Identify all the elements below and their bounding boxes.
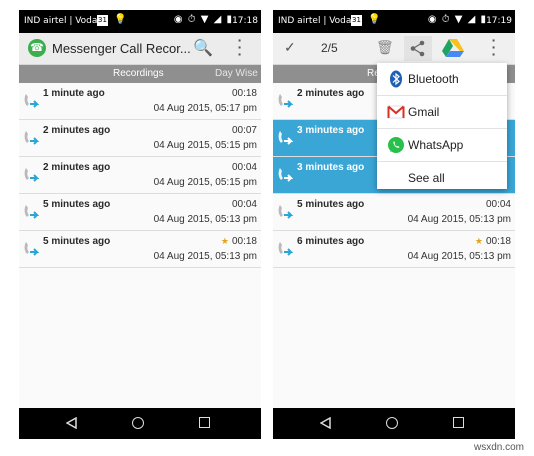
left-phone-screen: IND airtel | Vodaf 31 💡 ◉ ⏱ ▼ ◢ ▮ 17:18 … bbox=[19, 10, 261, 439]
google-drive-icon[interactable] bbox=[442, 38, 464, 58]
recording-timestamp: 04 Aug 2015, 05:15 pm bbox=[153, 140, 257, 151]
share-icon bbox=[410, 40, 425, 57]
call-log-icon bbox=[278, 131, 293, 145]
share-option-label: See all bbox=[408, 171, 445, 185]
star-icon[interactable]: ★ bbox=[221, 236, 229, 247]
whatsapp-icon bbox=[388, 137, 404, 153]
share-option-gmail[interactable]: Gmail bbox=[377, 96, 507, 129]
back-icon[interactable] bbox=[66, 417, 77, 429]
share-option-bluetooth[interactable]: Bluetooth bbox=[377, 63, 507, 96]
tab-day-wise[interactable]: Day Wise bbox=[215, 68, 258, 79]
recording-timestamp: 04 Aug 2015, 05:13 pm bbox=[153, 214, 257, 225]
app-logo-icon: ☎ bbox=[28, 39, 46, 57]
recording-age: 5 minutes ago bbox=[43, 236, 111, 247]
clock: 17:19 bbox=[486, 16, 512, 26]
recording-duration: 00:18 bbox=[231, 88, 257, 99]
recent-apps-icon[interactable] bbox=[199, 417, 210, 428]
bluetooth-icon bbox=[390, 70, 402, 88]
recording-age: 2 minutes ago bbox=[297, 88, 365, 99]
recording-age: 5 minutes ago bbox=[297, 199, 365, 210]
status-icons: ◉ ⏱ ▼ ◢ ▮ bbox=[427, 14, 487, 25]
overflow-menu-icon[interactable]: · · · bbox=[233, 33, 247, 61]
recording-duration: 00:04 bbox=[231, 199, 257, 210]
recording-duration: 00:04 bbox=[231, 162, 257, 173]
recording-age: 5 minutes ago bbox=[43, 199, 111, 210]
recording-duration: 00:04 bbox=[485, 199, 511, 210]
bulb-icon: 💡 bbox=[368, 14, 381, 25]
nav-bar bbox=[19, 408, 261, 439]
call-log-icon bbox=[278, 242, 293, 256]
recording-timestamp: 04 Aug 2015, 05:17 pm bbox=[153, 103, 257, 114]
recording-age: 3 minutes ago bbox=[297, 125, 365, 136]
recording-age: 1 minute ago bbox=[43, 88, 105, 99]
share-option-see-all[interactable]: See all bbox=[377, 162, 507, 194]
selection-toolbar: ✓ 2/5 🗑 · · · bbox=[273, 33, 515, 65]
recent-apps-icon[interactable] bbox=[453, 417, 464, 428]
gmail-icon bbox=[387, 105, 405, 119]
star-icon[interactable]: ★ bbox=[475, 236, 483, 247]
carrier-label: IND airtel | Vodaf bbox=[24, 16, 101, 26]
home-icon[interactable] bbox=[386, 417, 398, 429]
call-log-icon bbox=[24, 94, 39, 108]
recording-duration: 00:18 bbox=[231, 236, 257, 247]
share-option-label: WhatsApp bbox=[408, 138, 464, 152]
status-icons: ◉ ⏱ ▼ ◢ ▮ bbox=[173, 14, 233, 25]
calendar-badge: 31 bbox=[351, 15, 362, 26]
overflow-menu-icon[interactable]: · · · bbox=[487, 33, 501, 61]
share-button[interactable] bbox=[404, 36, 432, 61]
back-icon[interactable] bbox=[320, 417, 331, 429]
call-log-icon bbox=[24, 131, 39, 145]
share-option-label: Bluetooth bbox=[408, 72, 459, 86]
call-log-icon bbox=[24, 168, 39, 182]
bulb-icon: 💡 bbox=[114, 14, 127, 25]
recording-timestamp: 04 Aug 2015, 05:13 pm bbox=[153, 251, 257, 262]
recording-timestamp: 04 Aug 2015, 05:15 pm bbox=[153, 177, 257, 188]
carrier-label: IND airtel | Vodaf bbox=[278, 16, 355, 26]
status-bar: IND airtel | Vodaf 31 💡 ◉ ⏱ ▼ ◢ ▮ 17:19 bbox=[273, 10, 515, 33]
recording-duration: 00:07 bbox=[231, 125, 257, 136]
app-title: Messenger Call Recor... bbox=[52, 41, 191, 56]
recording-row[interactable]: 5 minutes ago 00:04 04 Aug 2015, 05:13 p… bbox=[19, 194, 261, 231]
call-log-icon bbox=[24, 205, 39, 219]
call-log-icon bbox=[278, 168, 293, 182]
share-option-whatsapp[interactable]: WhatsApp bbox=[377, 129, 507, 162]
share-option-label: Gmail bbox=[408, 105, 440, 119]
clock: 17:18 bbox=[232, 16, 258, 26]
selection-count: 2/5 bbox=[321, 41, 338, 55]
tab-bar: Recordings Day Wise bbox=[19, 65, 261, 83]
calendar-badge: 31 bbox=[97, 15, 108, 26]
call-log-icon bbox=[24, 242, 39, 256]
watermark: wsxdn.com bbox=[473, 442, 524, 453]
recordings-list: 1 minute ago 00:18 04 Aug 2015, 05:17 pm… bbox=[19, 83, 261, 268]
recording-row[interactable]: 5 minutes ago ★ 00:18 04 Aug 2015, 05:13… bbox=[19, 231, 261, 268]
recording-timestamp: 04 Aug 2015, 05:13 pm bbox=[407, 214, 511, 225]
recording-timestamp: 04 Aug 2015, 05:13 pm bbox=[407, 251, 511, 262]
recording-row[interactable]: 6 minutes ago ★ 00:18 04 Aug 2015, 05:13… bbox=[273, 231, 515, 268]
recording-row[interactable]: 2 minutes ago 00:07 04 Aug 2015, 05:15 p… bbox=[19, 120, 261, 157]
recording-age: 2 minutes ago bbox=[43, 162, 111, 173]
recording-age: 3 minutes ago bbox=[297, 162, 365, 173]
tab-recordings[interactable]: Recordings bbox=[113, 68, 164, 79]
recording-row[interactable]: 2 minutes ago 00:04 04 Aug 2015, 05:15 p… bbox=[19, 157, 261, 194]
right-phone-screen: IND airtel | Vodaf 31 💡 ◉ ⏱ ▼ ◢ ▮ 17:19 … bbox=[273, 10, 515, 439]
search-icon[interactable]: 🔍 bbox=[193, 38, 213, 58]
checkmark-icon[interactable]: ✓ bbox=[284, 39, 296, 56]
share-menu: Bluetooth Gmail WhatsApp See all bbox=[377, 63, 507, 189]
call-log-icon bbox=[278, 94, 293, 108]
recording-age: 2 minutes ago bbox=[43, 125, 111, 136]
trash-icon[interactable]: 🗑 bbox=[376, 39, 394, 56]
recording-row[interactable]: 1 minute ago 00:18 04 Aug 2015, 05:17 pm bbox=[19, 83, 261, 120]
call-log-icon bbox=[278, 205, 293, 219]
nav-bar bbox=[273, 408, 515, 439]
recording-age: 6 minutes ago bbox=[297, 236, 365, 247]
recording-row[interactable]: 5 minutes ago 00:04 04 Aug 2015, 05:13 p… bbox=[273, 194, 515, 231]
app-bar: ☎ Messenger Call Recor... 🔍 · · · bbox=[19, 33, 261, 65]
home-icon[interactable] bbox=[132, 417, 144, 429]
recording-duration: 00:18 bbox=[485, 236, 511, 247]
status-bar: IND airtel | Vodaf 31 💡 ◉ ⏱ ▼ ◢ ▮ 17:18 bbox=[19, 10, 261, 33]
